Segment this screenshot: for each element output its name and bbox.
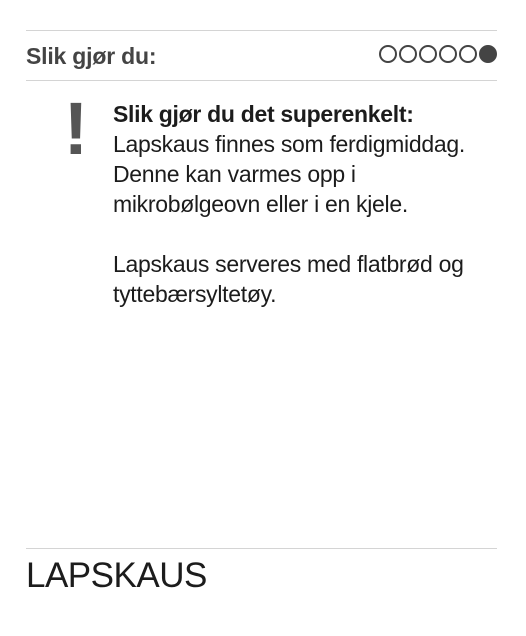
difficulty-dot-empty [439, 45, 457, 63]
tip-content: Slik gjør du det superenkelt: Lapskaus f… [113, 99, 508, 309]
footer-divider [26, 548, 497, 549]
difficulty-dot-empty [459, 45, 477, 63]
difficulty-dot-filled [479, 45, 497, 63]
tip-paragraph-1: Slik gjør du det superenkelt: Lapskaus f… [113, 99, 508, 219]
instructions-label: Slik gjør du: [26, 43, 157, 69]
difficulty-dot-empty [419, 45, 437, 63]
tip-heading: Slik gjør du det superenkelt: [113, 101, 414, 127]
header-divider [26, 80, 497, 81]
top-divider [26, 30, 497, 31]
difficulty-dot-empty [379, 45, 397, 63]
difficulty-indicator [379, 45, 497, 63]
exclamation-icon: ! [63, 87, 89, 170]
tip-text-1: Lapskaus finnes som ferdigmiddag. Denne … [113, 131, 465, 217]
tip-paragraph-2: Lapskaus serveres med flatbrød og tytteb… [113, 251, 464, 307]
dish-title: LAPSKAUS [26, 556, 207, 595]
difficulty-dot-empty [399, 45, 417, 63]
